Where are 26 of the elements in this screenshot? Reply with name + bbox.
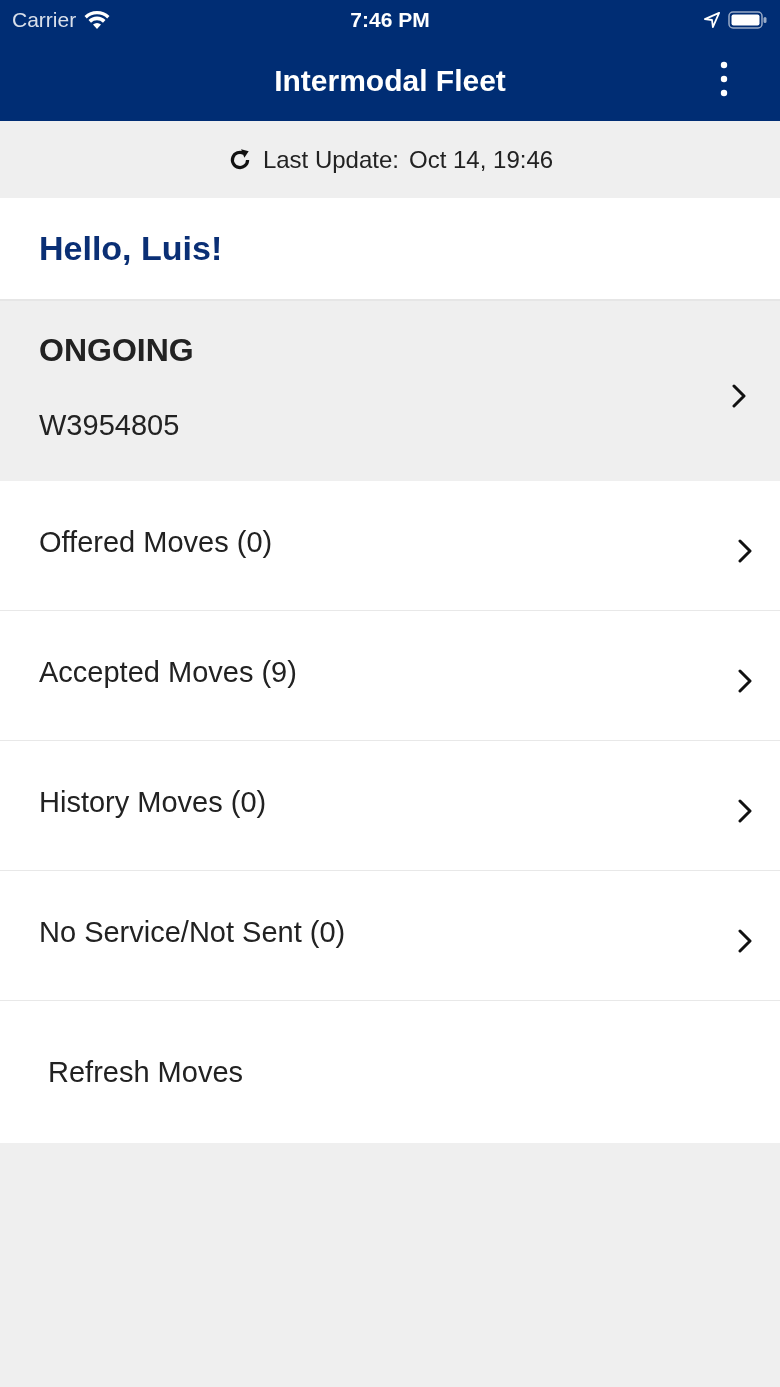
more-menu-button[interactable] (720, 61, 728, 97)
order-number: W3954805 (39, 409, 181, 442)
chevron-icon (738, 538, 752, 563)
screen-title: Intermodal Fleet (274, 63, 506, 98)
update-time: Oct 14, 19:46 (409, 145, 554, 174)
chevron-icon (738, 798, 752, 823)
row-label: History Moves (0) (39, 786, 267, 819)
chevron-icon (738, 928, 752, 953)
wifi-icon (84, 10, 111, 30)
section-heading: ONGOING (39, 332, 194, 369)
menu-row[interactable]: History Moves (0) (0, 741, 780, 871)
location-arrow-icon (704, 12, 720, 28)
chevron-icon (738, 668, 752, 693)
row-label: Offered Moves (0) (39, 526, 273, 559)
menu-row[interactable]: Accepted Moves (9) (0, 611, 780, 741)
refresh-moves-button[interactable]: Refresh Moves (0, 1001, 780, 1143)
row-label: Accepted Moves (9) (39, 656, 297, 689)
menu-row[interactable]: Offered Moves (0) (0, 481, 780, 611)
chevron-icon (732, 384, 746, 408)
battery-icon (728, 10, 768, 30)
row-label: No Service/Not Sent (0) (39, 916, 346, 949)
status-time: 7:46 PM (350, 8, 430, 32)
update-label: Last Update: (262, 145, 399, 174)
menu-row[interactable]: No Service/Not Sent (0) (0, 871, 780, 1001)
carrier-name: Carrier (12, 8, 77, 32)
greeting-text: Hello, Luis! (39, 229, 223, 268)
